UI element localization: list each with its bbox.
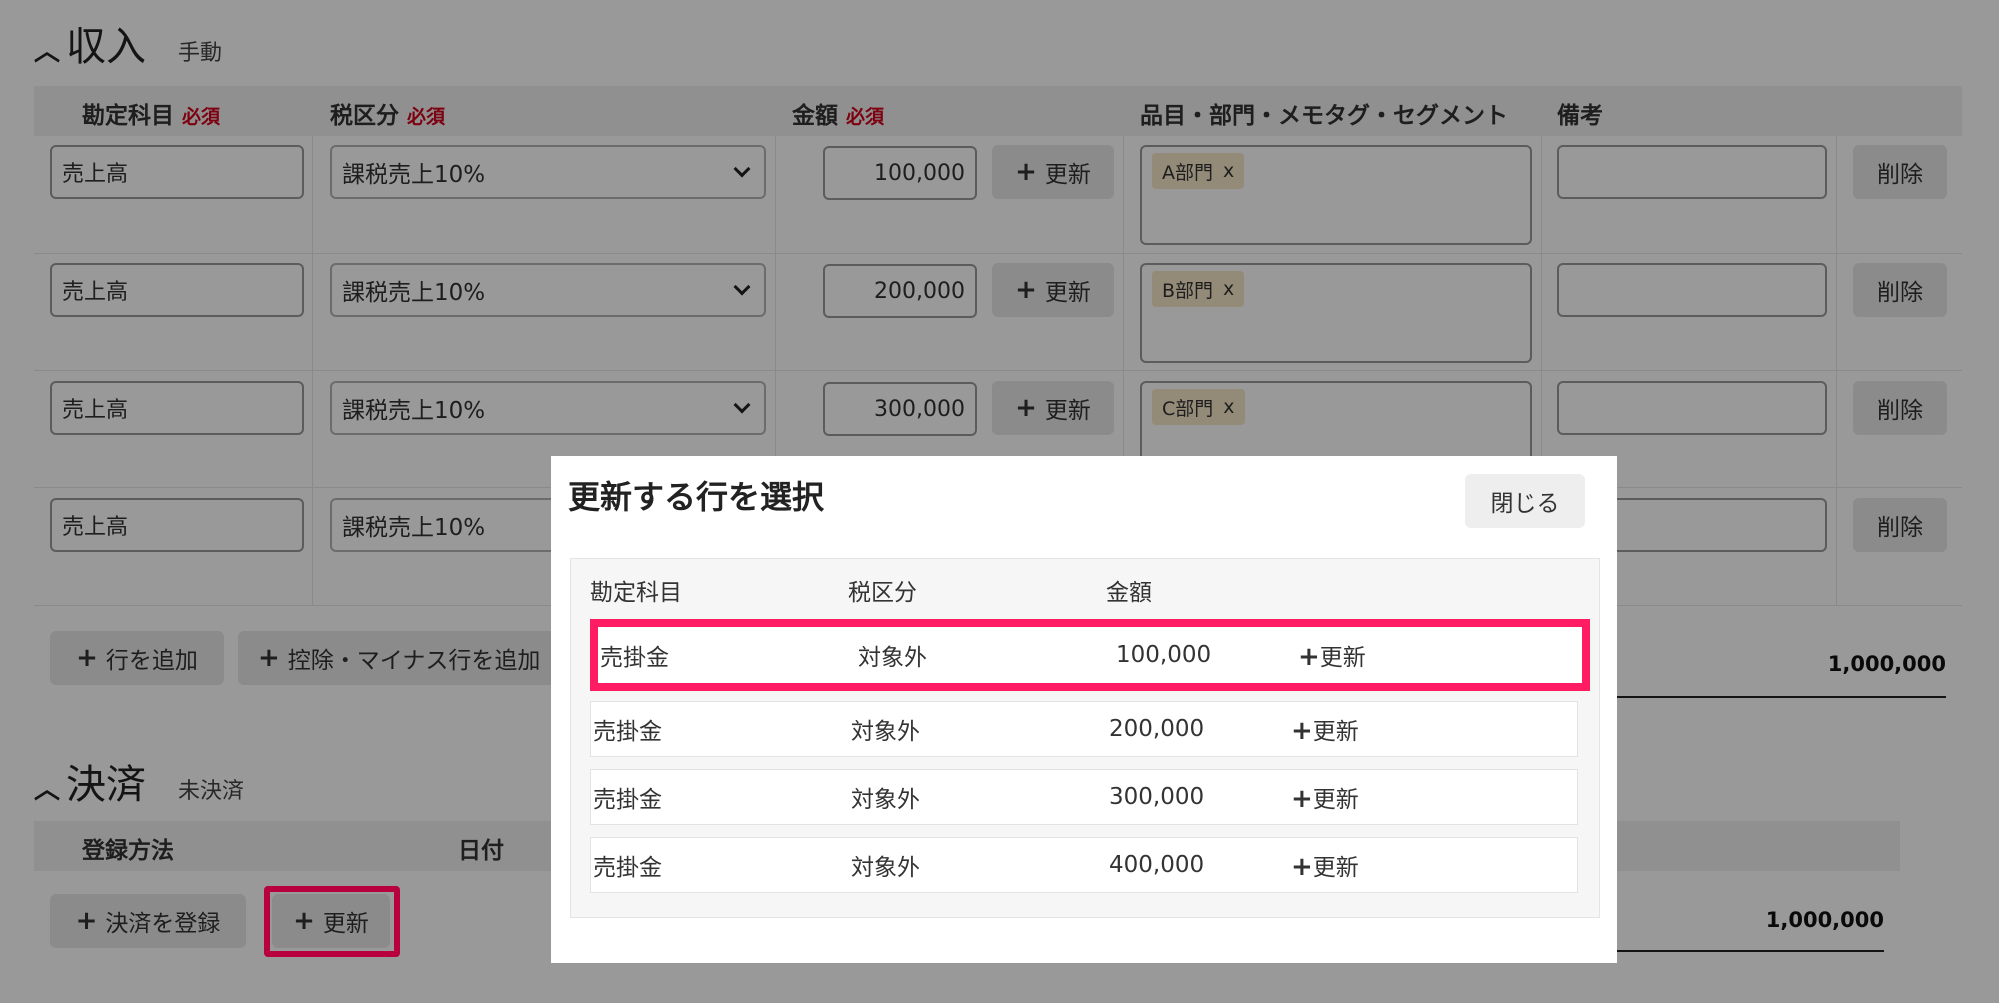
plus-icon: + <box>1291 852 1313 882</box>
table-row[interactable]: 売掛金 対象外 400,000 +更新 <box>590 837 1578 893</box>
table-row-highlighted[interactable]: 売掛金 対象外 100,000 +更新 <box>590 619 1590 691</box>
plus-icon: + <box>1291 784 1313 814</box>
modal-header-amount: 金額 <box>1106 580 1152 606</box>
close-button[interactable]: 閉じる <box>1465 474 1585 528</box>
modal-table: 勘定科目 税区分 金額 売掛金 対象外 200,000 +更新 売掛金 対象外 … <box>570 558 1600 918</box>
modal-header-account: 勘定科目 <box>590 580 682 606</box>
plus-icon: + <box>1291 716 1313 746</box>
settlement-update-highlight <box>264 886 400 957</box>
row-update-button[interactable]: +更新 <box>1291 780 1359 814</box>
table-row[interactable]: 売掛金 対象外 300,000 +更新 <box>590 769 1578 825</box>
modal-title: 更新する行を選択 <box>568 478 825 516</box>
modal-header-tax: 税区分 <box>848 580 917 606</box>
plus-icon: + <box>1298 642 1320 672</box>
select-row-modal: 更新する行を選択 閉じる 勘定科目 税区分 金額 売掛金 対象外 200,000… <box>551 456 1617 963</box>
row-update-button[interactable]: +更新 <box>1291 712 1359 746</box>
table-row[interactable]: 売掛金 対象外 200,000 +更新 <box>590 701 1578 757</box>
row-update-button[interactable]: +更新 <box>1291 848 1359 882</box>
row-update-button[interactable]: +更新 <box>1298 638 1366 672</box>
